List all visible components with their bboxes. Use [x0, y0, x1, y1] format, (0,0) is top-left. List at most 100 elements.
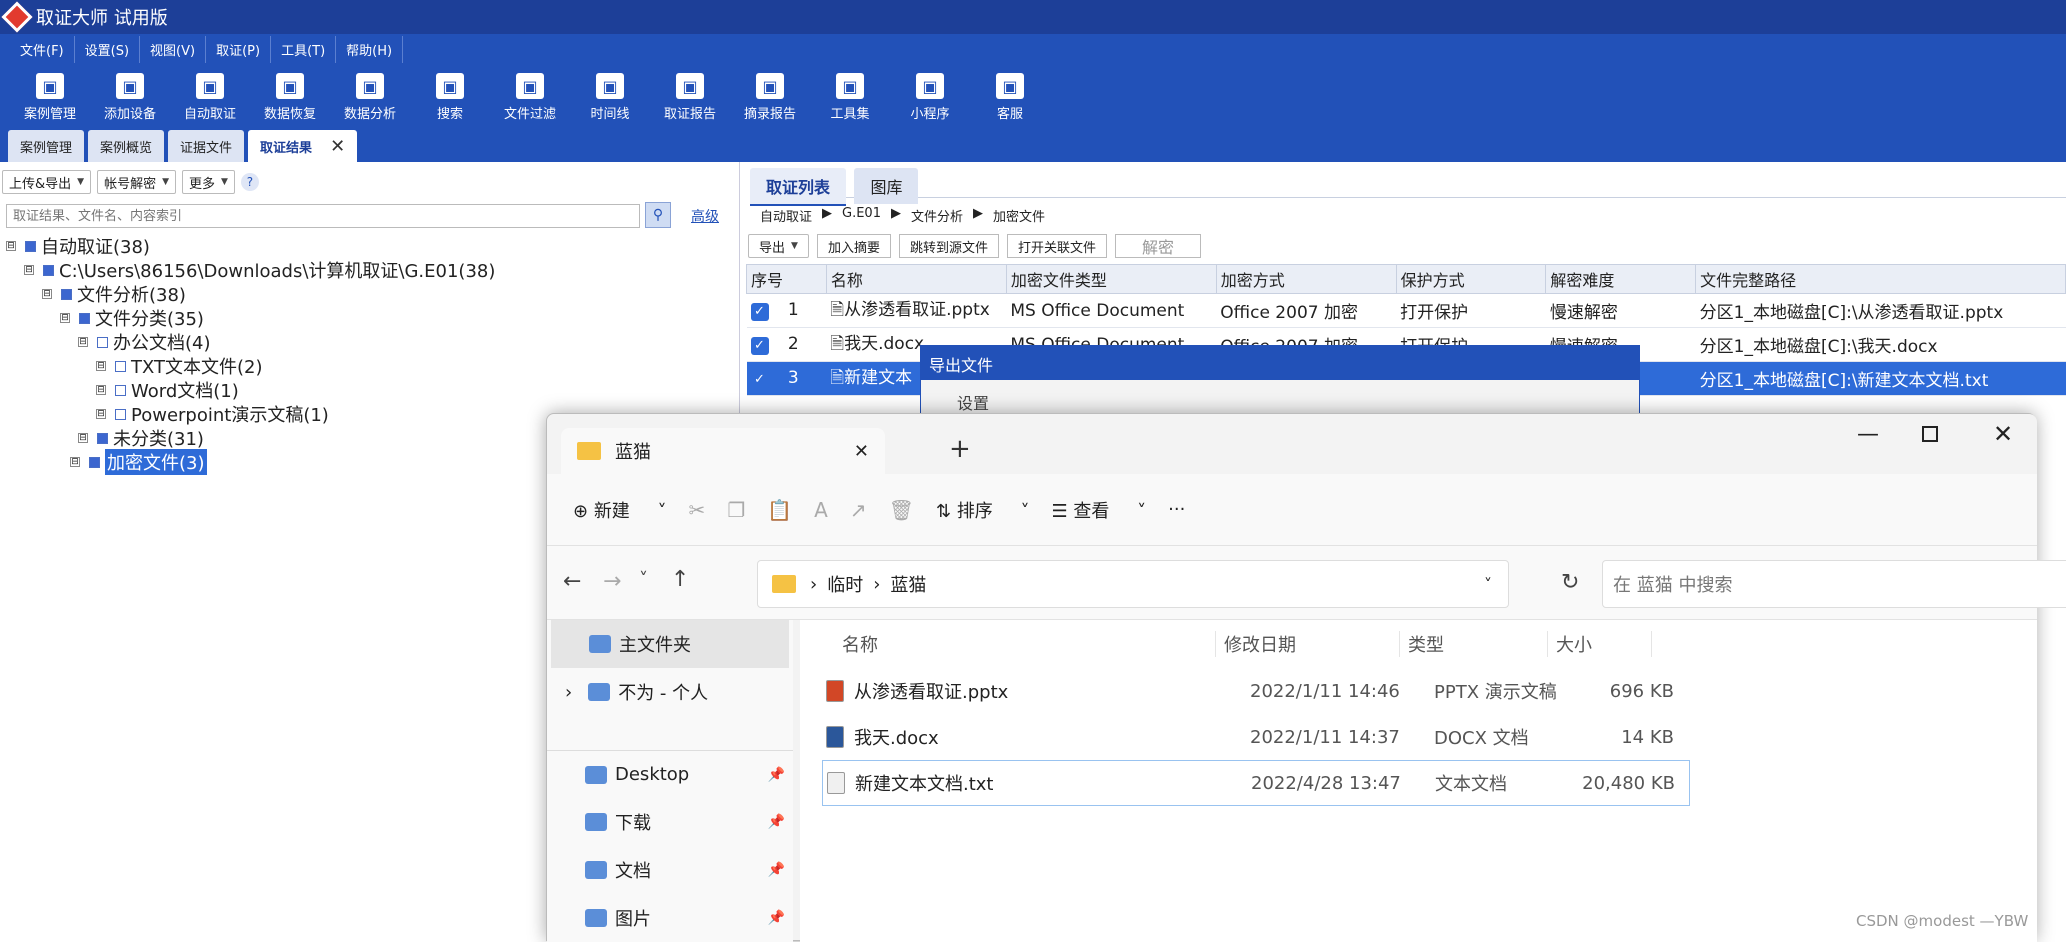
menu-file[interactable]: 文件(F) [10, 35, 75, 63]
expand-icon[interactable]: ⊟ [96, 385, 106, 395]
column-header[interactable]: 文件完整路径 [1695, 264, 2066, 294]
toolbar-button-11[interactable]: ▣ 小程序 [890, 66, 970, 126]
tree-checkbox[interactable] [115, 384, 126, 396]
toolbar-button-12[interactable]: ▣ 客服 [970, 66, 1050, 126]
explorer-search-input[interactable]: 在 蓝猫 中搜索 ⚲ [1602, 560, 2066, 608]
back-arrow-icon[interactable]: ← [563, 569, 581, 594]
column-date[interactable]: 修改日期 [1216, 631, 1400, 657]
tab-gallery[interactable]: 图库 [854, 168, 919, 204]
share-icon[interactable]: ↗ [850, 498, 867, 522]
up-arrow-icon[interactable]: ↑ [671, 567, 689, 592]
jump-to-source-button[interactable]: 跳转到源文件 [898, 234, 999, 258]
expand-icon[interactable]: ⊟ [70, 457, 80, 467]
toolbar-button-9[interactable]: ▣ 摘录报告 [730, 66, 810, 126]
expand-icon[interactable]: ⊟ [60, 313, 70, 323]
maximize-icon[interactable] [1922, 426, 1938, 442]
sort-button[interactable]: ⇅ 排序 ˅ [936, 497, 1030, 523]
table-row[interactable]: ✓ 1 🗎从渗透看取证.pptx MS Office Document Office … [746, 293, 2066, 328]
file-row[interactable]: 我天.docx 2022/1/11 14:37 DOCX 文档 14 KB [822, 714, 1690, 760]
advanced-search-link[interactable]: 高级 [691, 206, 719, 226]
pin-icon[interactable]: 📌 [768, 767, 785, 783]
help-icon[interactable]: ? [240, 173, 259, 191]
search-icon[interactable]: ⚲ [645, 202, 671, 228]
menu-tools[interactable]: 工具(T) [271, 35, 337, 63]
expand-icon[interactable]: ⊟ [96, 361, 106, 371]
expand-icon[interactable]: ⊟ [24, 265, 34, 275]
account-decrypt-dropdown[interactable]: 帐号解密 [97, 170, 176, 194]
column-header[interactable]: 加密文件类型 [1005, 264, 1217, 294]
upload-export-dropdown[interactable]: 上传&导出 [2, 170, 92, 194]
toolbar-button-7[interactable]: ▣ 时间线 [570, 66, 650, 126]
paste-icon[interactable]: 📋 [767, 498, 792, 522]
delete-icon[interactable]: 🗑 [889, 498, 914, 522]
forward-arrow-icon[interactable]: → [603, 569, 621, 594]
toolbar-button-5[interactable]: ▣ 搜索 [410, 66, 490, 126]
expand-icon[interactable]: ⊟ [96, 409, 106, 419]
menu-view[interactable]: 视图(V) [140, 35, 207, 63]
expand-icon[interactable]: ⊟ [42, 289, 52, 299]
tab-evidence-files[interactable]: 证据文件 [168, 130, 245, 162]
tree-checkbox[interactable] [61, 288, 72, 300]
breadcrumb-item[interactable]: 加密文件 [993, 206, 1045, 225]
add-summary-button[interactable]: 加入摘要 [816, 234, 891, 258]
refresh-icon[interactable]: ↻ [1561, 570, 1579, 595]
cut-icon[interactable]: ✂ [689, 498, 706, 522]
toolbar-button-6[interactable]: ▣ 文件过滤 [490, 66, 570, 126]
decrypt-button[interactable]: 解密 [1114, 234, 1201, 258]
more-dropdown[interactable]: 更多 [182, 170, 235, 194]
breadcrumb-item[interactable]: 文件分析 [911, 206, 963, 225]
expand-icon[interactable]: ⊟ [78, 433, 88, 443]
tree-node[interactable]: ⊟ 文件分类(35) [6, 306, 495, 330]
expand-icon[interactable]: ⊟ [78, 337, 88, 347]
tree-checkbox[interactable] [115, 408, 126, 420]
tree-checkbox[interactable] [97, 432, 108, 444]
pin-icon[interactable]: 📌 [768, 910, 785, 926]
toolbar-button-0[interactable]: ▣ 案例管理 [10, 66, 90, 126]
tree-checkbox[interactable] [79, 312, 90, 324]
nav-item[interactable]: 主文件夹 [551, 620, 789, 668]
tree-checkbox[interactable] [25, 240, 36, 252]
menu-help[interactable]: 帮助(H) [336, 35, 404, 63]
tab-evidence-list[interactable]: 取证列表 [750, 168, 847, 206]
open-associated-file-button[interactable]: 打开关联文件 [1006, 234, 1107, 258]
row-checkbox[interactable]: ✓ [750, 337, 769, 355]
toolbar-button-1[interactable]: ▣ 添加设备 [90, 66, 170, 126]
nav-item[interactable]: 文档 📌 [547, 846, 793, 894]
tree-checkbox[interactable] [115, 360, 126, 372]
breadcrumb-item[interactable]: 自动取证 [760, 206, 812, 225]
pin-icon[interactable]: 📌 [768, 814, 785, 830]
menu-settings[interactable]: 设置(S) [75, 35, 141, 63]
nav-item[interactable]: Desktop 📌 [547, 750, 793, 798]
close-window-icon[interactable]: ✕ [1993, 420, 2013, 448]
column-header[interactable]: 保护方式 [1395, 264, 1547, 294]
column-header[interactable]: 序号 [746, 264, 827, 294]
rename-icon[interactable]: A [814, 498, 828, 522]
close-tab-icon[interactable]: ✕ [330, 136, 345, 157]
new-tab-plus-icon[interactable]: + [949, 434, 971, 464]
tree-node[interactable]: ⊟ Word文档(1) [6, 378, 495, 402]
pin-icon[interactable]: 📌 [768, 862, 785, 878]
result-search-input[interactable] [6, 204, 640, 228]
file-row[interactable]: 从渗透看取证.pptx 2022/1/11 14:46 PPTX 演示文稿 696 K… [822, 668, 1690, 714]
column-header[interactable]: 名称 [825, 264, 1007, 294]
row-checkbox[interactable]: ✓ [750, 303, 769, 321]
close-tab-icon[interactable]: ✕ [854, 441, 869, 462]
toolbar-button-8[interactable]: ▣ 取证报告 [650, 66, 730, 126]
tree-checkbox[interactable] [43, 264, 54, 276]
tree-node[interactable]: ⊟ 办公文档(4) [6, 330, 495, 354]
tree-node[interactable]: ⊟ Powerpoint演示文稿(1) [6, 402, 495, 426]
expand-chevron-icon[interactable]: › [565, 682, 572, 703]
nav-item[interactable]: 下载 📌 [547, 798, 793, 846]
new-button[interactable]: ⊕ 新建 ˅ [573, 497, 667, 523]
tab-case-management[interactable]: 案例管理 [8, 130, 85, 162]
address-bar[interactable]: › 临时 › 蓝猫 ˅ [757, 560, 1509, 608]
column-size[interactable]: 大小 [1548, 631, 1652, 657]
explorer-tab[interactable]: 蓝猫 ✕ [561, 428, 885, 474]
column-name[interactable]: 名称 [800, 631, 1216, 657]
column-type[interactable]: 类型 [1400, 631, 1548, 657]
tab-forensic-results[interactable]: 取证结果 ✕ [248, 130, 358, 162]
file-row[interactable]: 新建文本文档.txt 2022/4/28 13:47 文本文档 20,480 KB [822, 760, 1690, 806]
column-header[interactable]: 加密方式 [1215, 264, 1397, 294]
tree-node[interactable]: ⊟ 加密文件(3) [6, 449, 495, 475]
tab-case-overview[interactable]: 案例概览 [88, 130, 165, 162]
